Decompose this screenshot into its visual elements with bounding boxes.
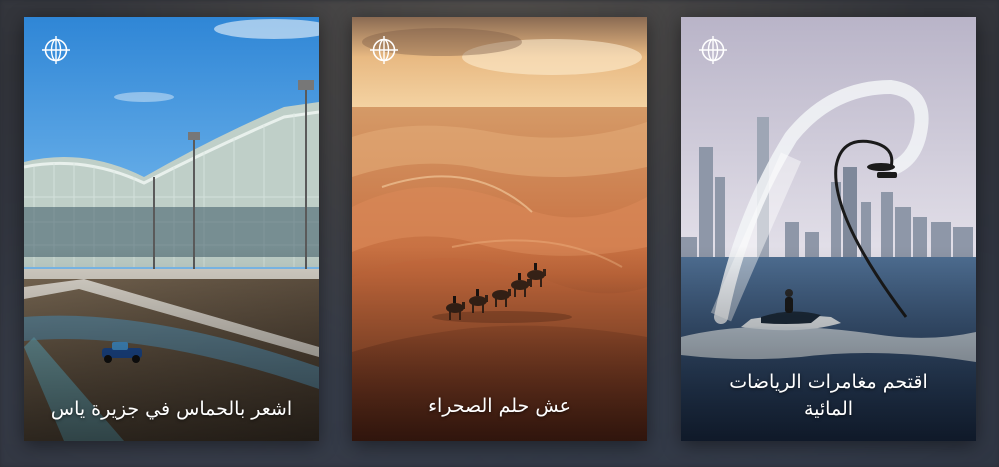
- globe-logo-icon: [699, 36, 727, 64]
- card-title: اشعر بالحماس في جزيرة ياس: [50, 398, 293, 420]
- card-water-sports[interactable]: اقتحم مغامرات الرياضات المائية: [681, 17, 976, 441]
- card-desert[interactable]: عش حلم الصحراء: [352, 17, 647, 441]
- card-title: عش حلم الصحراء: [428, 395, 571, 417]
- globe-logo-icon: [370, 36, 398, 64]
- card-title: اقتحم مغامرات الرياضات المائية: [729, 371, 928, 420]
- card-yas-island[interactable]: اشعر بالحماس في جزيرة ياس: [24, 17, 319, 441]
- globe-logo-icon: [42, 36, 70, 64]
- experience-cards: اشعر بالحماس في جزيرة ياس عش حلم الصحراء…: [0, 0, 999, 467]
